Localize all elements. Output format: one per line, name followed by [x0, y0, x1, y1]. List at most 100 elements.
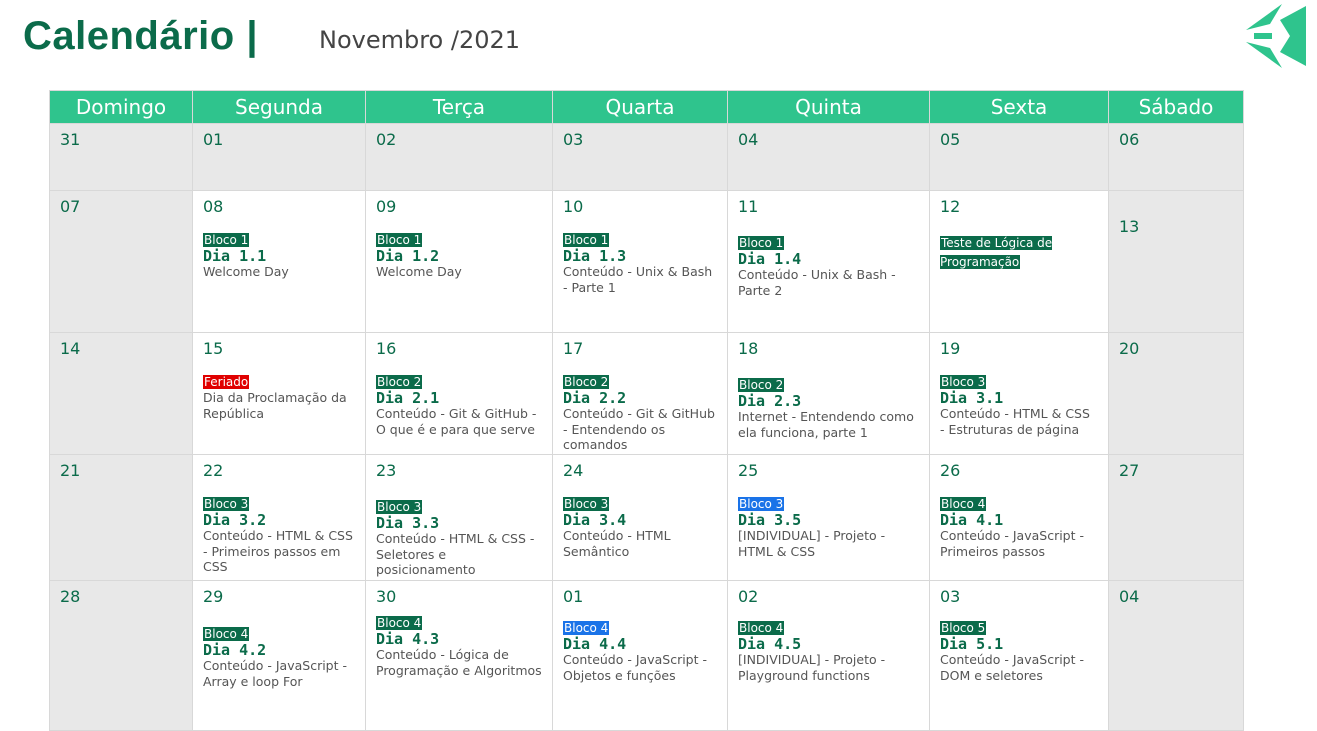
weekday-wednesday: Quarta — [552, 90, 728, 124]
class-entry: Bloco 4 Dia 4.5 [INDIVIDUAL] - Projeto -… — [738, 617, 919, 683]
block-badge: Bloco 2 — [738, 378, 785, 392]
day-cell: 26 Bloco 4 Dia 4.1 Conteúdo - JavaScript… — [929, 454, 1109, 581]
block-badge: Bloco 3 — [376, 500, 423, 514]
class-entry: Bloco 4 Dia 4.1 Conteúdo - JavaScript - … — [940, 493, 1098, 559]
day-cell: 02 — [365, 123, 553, 191]
class-entry: Bloco 1 Dia 1.2 Welcome Day — [376, 229, 542, 280]
day-number: 30 — [376, 587, 397, 606]
class-description: [INDIVIDUAL] - Projeto - Playground func… — [738, 652, 886, 683]
day-cell: 21 — [49, 454, 193, 581]
day-cell: 06 — [1108, 123, 1244, 191]
class-entry: Bloco 2 Dia 2.3 Internet - Entendendo co… — [738, 374, 919, 440]
week-row: 14 15 Feriado Dia da Proclamação da Repú… — [49, 332, 1244, 455]
block-badge: Bloco 4 — [203, 627, 250, 641]
test-badge: Teste de Lógica de Programação — [940, 236, 1053, 269]
day-number: 07 — [60, 197, 81, 216]
day-cell: 20 — [1108, 332, 1244, 455]
day-number: 22 — [203, 461, 224, 480]
class-description: Conteúdo - HTML & CSS - Seletores e posi… — [376, 531, 535, 577]
class-description: Conteúdo - HTML & CSS - Primeiros passos… — [203, 528, 353, 574]
class-day-label: Dia 3.5 — [738, 511, 802, 529]
class-entry: Bloco 5 Dia 5.1 Conteúdo - JavaScript - … — [940, 617, 1098, 683]
day-number: 10 — [563, 197, 584, 216]
weekday-header-row: Domingo Segunda Terça Quarta Quinta Sext… — [49, 90, 1244, 124]
block-badge: Bloco 3 — [940, 375, 987, 389]
day-number: 09 — [376, 197, 397, 216]
day-number: 24 — [563, 461, 584, 480]
day-cell: 09 Bloco 1 Dia 1.2 Welcome Day — [365, 190, 553, 333]
day-number: 28 — [60, 587, 81, 606]
day-cell: 27 — [1108, 454, 1244, 581]
class-description: Conteúdo - HTML & CSS - Estruturas de pá… — [940, 406, 1090, 437]
day-cell: 23 Bloco 3 Dia 3.3 Conteúdo - HTML & CSS… — [365, 454, 553, 581]
day-cell: 24 Bloco 3 Dia 3.4 Conteúdo - HTML Semân… — [552, 454, 728, 581]
block-badge: Bloco 3 — [563, 497, 610, 511]
day-number: 29 — [203, 587, 224, 606]
day-number: 26 — [940, 461, 961, 480]
day-number: 02 — [738, 587, 759, 606]
class-description: Internet - Entendendo como ela funciona,… — [738, 409, 914, 440]
block-badge: Bloco 5 — [940, 621, 987, 635]
class-day-label: Dia 3.3 — [376, 514, 440, 532]
day-cell: 31 — [49, 123, 193, 191]
class-entry: Feriado Dia da Proclamação da República — [203, 371, 355, 421]
weekday-friday: Sexta — [929, 90, 1109, 124]
class-entry: Bloco 4 Dia 4.3 Conteúdo - Lógica de Pro… — [376, 612, 542, 678]
weekday-monday: Segunda — [192, 90, 366, 124]
day-cell: 19 Bloco 3 Dia 3.1 Conteúdo - HTML & CSS… — [929, 332, 1109, 455]
day-cell: 22 Bloco 3 Dia 3.2 Conteúdo - HTML & CSS… — [192, 454, 366, 581]
block-badge: Bloco 4 — [563, 621, 610, 635]
block-badge: Bloco 4 — [738, 621, 785, 635]
day-number: 04 — [1119, 587, 1140, 606]
class-day-label: Dia 4.4 — [563, 635, 627, 653]
day-cell: 01 Bloco 4 Dia 4.4 Conteúdo - JavaScript… — [552, 580, 728, 731]
day-cell: 01 — [192, 123, 366, 191]
day-number: 13 — [1119, 217, 1140, 236]
day-cell: 18 Bloco 2 Dia 2.3 Internet - Entendendo… — [727, 332, 930, 455]
month-label: Novembro /2021 — [319, 26, 521, 54]
class-day-label: Dia 2.3 — [738, 392, 802, 410]
day-cell: 16 Bloco 2 Dia 2.1 Conteúdo - Git & GitH… — [365, 332, 553, 455]
day-number: 18 — [738, 339, 759, 358]
class-description: Conteúdo - Git & GitHub - Entendendo os … — [563, 406, 715, 452]
week-row: 21 22 Bloco 3 Dia 3.2 Conteúdo - HTML & … — [49, 454, 1244, 581]
class-entry: Bloco 3 Dia 3.5 [INDIVIDUAL] - Projeto -… — [738, 493, 919, 559]
day-number: 05 — [940, 130, 961, 149]
class-day-label: Dia 4.5 — [738, 635, 802, 653]
day-number: 03 — [563, 130, 584, 149]
weekday-sunday: Domingo — [49, 90, 193, 124]
day-cell: 14 — [49, 332, 193, 455]
weekday-tuesday: Terça — [365, 90, 553, 124]
day-cell: 08 Bloco 1 Dia 1.1 Welcome Day — [192, 190, 366, 333]
class-description: Conteúdo - Lógica de Programação e Algor… — [376, 647, 542, 678]
block-badge: Bloco 3 — [738, 497, 785, 511]
class-description: Conteúdo - Unix & Bash - Parte 2 — [738, 267, 896, 298]
day-cell: 28 — [49, 580, 193, 731]
block-badge: Bloco 4 — [376, 616, 423, 630]
class-entry: Bloco 2 Dia 2.2 Conteúdo - Git & GitHub … — [563, 371, 717, 453]
day-cell: 10 Bloco 1 Dia 1.3 Conteúdo - Unix & Bas… — [552, 190, 728, 333]
class-day-label: Dia 5.1 — [940, 635, 1004, 653]
day-number: 11 — [738, 197, 759, 216]
block-badge: Bloco 2 — [376, 375, 423, 389]
day-cell: 03 — [552, 123, 728, 191]
class-entry: Bloco 2 Dia 2.1 Conteúdo - Git & GitHub … — [376, 371, 542, 437]
weekday-thursday: Quinta — [727, 90, 930, 124]
class-description: Conteúdo - HTML Semântico — [563, 528, 671, 559]
day-number: 06 — [1119, 130, 1140, 149]
day-number: 25 — [738, 461, 759, 480]
class-day-label: Dia 3.4 — [563, 511, 627, 529]
class-description: Conteúdo - JavaScript - Objetos e funçõe… — [563, 652, 707, 683]
class-description: Conteúdo - JavaScript - Primeiros passos — [940, 528, 1084, 559]
day-cell: 03 Bloco 5 Dia 5.1 Conteúdo - JavaScript… — [929, 580, 1109, 731]
day-number: 02 — [376, 130, 397, 149]
day-number: 17 — [563, 339, 584, 358]
day-cell: 11 Bloco 1 Dia 1.4 Conteúdo - Unix & Bas… — [727, 190, 930, 333]
class-entry: Bloco 4 Dia 4.4 Conteúdo - JavaScript - … — [563, 617, 717, 683]
day-number: 23 — [376, 461, 397, 480]
day-cell: 15 Feriado Dia da Proclamação da Repúbli… — [192, 332, 366, 455]
block-badge: Bloco 1 — [203, 233, 250, 247]
day-number: 14 — [60, 339, 81, 358]
block-badge: Bloco 2 — [563, 375, 610, 389]
calendar-title: Calendário | — [23, 14, 259, 58]
